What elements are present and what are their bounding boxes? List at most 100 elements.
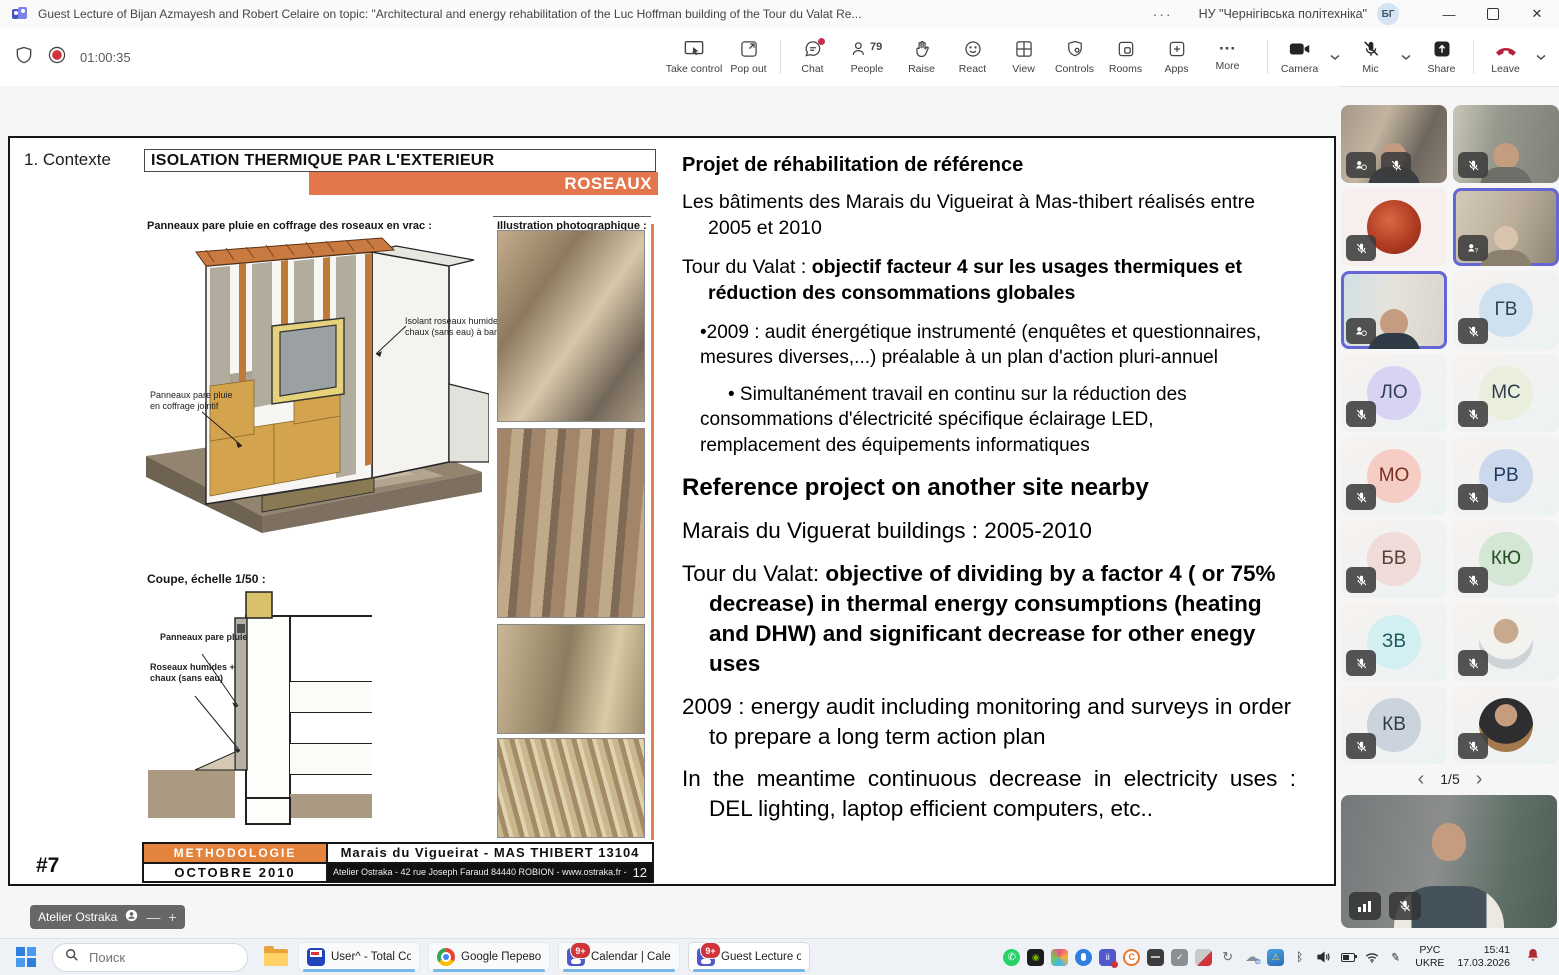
participant-tile-initials[interactable]: КЮ	[1453, 520, 1559, 598]
restore-button[interactable]	[1471, 0, 1515, 28]
volume-icon[interactable]	[1315, 949, 1332, 966]
take-control-button[interactable]: Take control	[665, 30, 723, 84]
doc-footer-method: METHODOLOGIE	[143, 843, 327, 863]
onedrive-paused-icon[interactable]: ☁⊘	[1243, 949, 1260, 966]
participant-tile-avatar[interactable]	[1453, 686, 1559, 764]
meeting-timer: 01:00:35	[80, 50, 131, 65]
taskbar-search[interactable]	[52, 943, 248, 972]
taskbar-clock[interactable]: 15:41 17.03.2026	[1457, 944, 1510, 970]
file-explorer-icon[interactable]	[264, 946, 290, 968]
wifi-icon[interactable]	[1363, 949, 1380, 966]
pen-input-icon[interactable]: ✎	[1386, 947, 1406, 967]
participant-tile-video[interactable]	[1453, 105, 1559, 183]
participant-tile-initials[interactable]: МС	[1453, 354, 1559, 432]
leave-button[interactable]: Leave	[1480, 30, 1531, 84]
raise-hand-button[interactable]: Raise	[896, 30, 947, 84]
participant-tile-initials[interactable]: МО	[1341, 437, 1447, 515]
taskbar-window-translator[interactable]: Google Переводчик...	[428, 942, 550, 972]
whatsapp-icon[interactable]: ✆	[1003, 949, 1020, 966]
taskbar-window-totalcmd[interactable]: User^ - Total Comm...	[298, 942, 420, 972]
camera-button[interactable]: Camera	[1274, 30, 1325, 84]
nvidia-icon[interactable]: ◉	[1027, 949, 1044, 966]
bluetooth-icon[interactable]: ᛒ	[1291, 949, 1308, 966]
gallery-icon[interactable]	[1195, 949, 1212, 966]
window-titlebar: Guest Lecture of Bijan Azmayesh and Robe…	[0, 0, 1559, 28]
participant-tile-initials[interactable]: ЛО	[1341, 354, 1447, 432]
weather-alert-icon[interactable]: ⚠	[1267, 949, 1284, 966]
taskbar-window-meeting[interactable]: 9+ Guest Lecture of Bija...	[688, 942, 810, 972]
participant-tile-initials[interactable]: БВ	[1341, 520, 1447, 598]
share-button[interactable]: Share	[1416, 30, 1467, 84]
people-button[interactable]: 79 People	[838, 30, 896, 84]
notebook-icon[interactable]	[1147, 949, 1164, 966]
doc-title: ISOLATION THERMIQUE PAR L'EXTERIEUR	[144, 149, 656, 172]
more-icon: ···	[1219, 42, 1236, 56]
pager-next-icon[interactable]: ›	[1476, 769, 1483, 789]
diagram-label-pare-pluie: Panneaux pare pluie en coffrage jointif	[150, 390, 242, 413]
battery-icon[interactable]	[1339, 949, 1356, 966]
participant-grid: ? ГВ ЛО МС МО РВ БВ	[1341, 105, 1559, 764]
mic-muted-icon	[1346, 650, 1376, 676]
chat-button[interactable]: Chat	[787, 30, 838, 84]
apps-button[interactable]: Apps	[1151, 30, 1202, 84]
zoom-in-button[interactable]: +	[168, 909, 176, 925]
mic-muted-icon	[1458, 733, 1488, 759]
participant-tile-video-active[interactable]	[1341, 271, 1447, 349]
browser-orange-icon[interactable]: C	[1123, 949, 1140, 966]
mic-muted-icon	[1458, 567, 1488, 593]
react-button[interactable]: React	[947, 30, 998, 84]
photos-icon[interactable]	[1051, 949, 1068, 966]
minimize-button[interactable]: —	[1427, 0, 1471, 28]
microphone-icon[interactable]	[1075, 949, 1092, 966]
chrome-icon	[437, 948, 455, 966]
search-input[interactable]	[87, 949, 211, 966]
sync-icon[interactable]: ↻	[1219, 949, 1236, 966]
titlebar-overflow-menu[interactable]: ···	[1127, 6, 1199, 22]
participant-tile-initials[interactable]: ЗВ	[1341, 603, 1447, 681]
meeting-toolbar: 01:00:35 Take control Pop out Chat 79 Pe…	[0, 28, 1559, 87]
windows-taskbar: User^ - Total Comm... Google Переводчик.…	[0, 938, 1559, 975]
rooms-button[interactable]: Rooms	[1100, 30, 1151, 84]
clipboard-check-icon[interactable]: ✓	[1171, 949, 1188, 966]
participant-tile-initials[interactable]: РВ	[1453, 437, 1559, 515]
more-button[interactable]: ··· More	[1202, 30, 1253, 84]
presenter-pill[interactable]: Atelier Ostraka — +	[30, 905, 185, 929]
shared-content-stage: 1. Contexte #7 ISOLATION THERMIQUE PAR L…	[0, 86, 1340, 938]
participant-tile-initials[interactable]: КВ	[1341, 686, 1447, 764]
shared-slide[interactable]: 1. Contexte #7 ISOLATION THERMIQUE PAR L…	[8, 136, 1336, 886]
close-button[interactable]: ✕	[1515, 0, 1559, 28]
controls-icon	[1065, 39, 1085, 59]
teams-icon: 9+	[567, 948, 585, 966]
mic-muted-icon	[1346, 733, 1376, 759]
site-photo-3	[497, 624, 645, 734]
participant-tile-avatar[interactable]	[1341, 188, 1447, 266]
people-count-badge: 79	[870, 41, 882, 53]
taskbar-window-calendar[interactable]: 9+ Calendar | Calendar | ...	[558, 942, 680, 972]
participant-tile-video[interactable]	[1341, 105, 1447, 183]
participant-tile-video-active[interactable]: ?	[1453, 188, 1559, 266]
language-indicator[interactable]: РУС UKRE	[1415, 944, 1444, 970]
participant-tile-initials[interactable]: ГВ	[1453, 271, 1559, 349]
view-button[interactable]: View	[998, 30, 1049, 84]
en-paragraph-1: Marais du Viguerat buildings : 2005-2010	[682, 516, 1296, 546]
mic-chevron-icon[interactable]	[1400, 48, 1412, 66]
participant-tile-avatar[interactable]	[1453, 603, 1559, 681]
mic-muted-icon	[1381, 152, 1411, 178]
people-icon	[850, 39, 870, 59]
leave-chevron-icon[interactable]	[1535, 48, 1547, 66]
fr-title: Projet de réhabilitation de référence	[682, 154, 1296, 177]
user-avatar[interactable]: БГ	[1377, 3, 1399, 25]
zoom-out-button[interactable]: —	[146, 909, 160, 925]
teams-tray-icon[interactable]: ii	[1099, 949, 1116, 966]
controls-button[interactable]: Controls	[1049, 30, 1100, 84]
pop-out-button[interactable]: Pop out	[723, 30, 774, 84]
camera-chevron-icon[interactable]	[1329, 48, 1341, 66]
notification-badge: 9+	[700, 942, 721, 959]
en-paragraph-2: Tour du Valat: objective of dividing by …	[682, 559, 1296, 679]
start-button[interactable]	[14, 945, 38, 969]
notifications-bell-icon[interactable]	[1525, 947, 1541, 968]
mic-button[interactable]: Mic	[1345, 30, 1396, 84]
self-view-tile[interactable]	[1341, 795, 1557, 928]
pager-prev-icon[interactable]: ‹	[1418, 769, 1425, 789]
raise-hand-icon	[912, 39, 932, 59]
